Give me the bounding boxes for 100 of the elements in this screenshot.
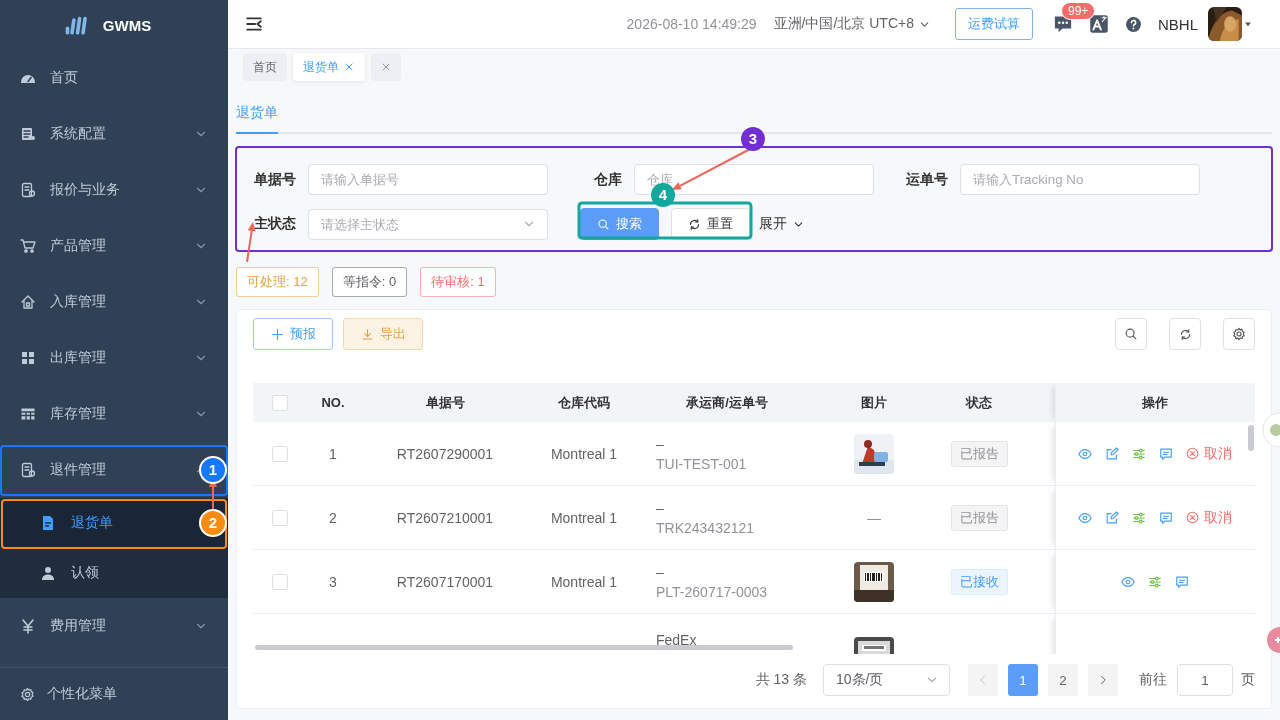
document-icon xyxy=(20,182,36,198)
checkbox[interactable] xyxy=(272,574,288,591)
app-name: GWMS xyxy=(102,16,152,34)
number-badge: 3 xyxy=(741,127,765,151)
scrollbar[interactable] xyxy=(255,645,793,650)
table-cell: 1 xyxy=(329,445,337,462)
menu-item[interactable]: 报价与业务 xyxy=(20,170,170,210)
table-cell: 3 xyxy=(329,573,337,590)
comment-icon[interactable] xyxy=(1175,574,1190,589)
status-tag: 已接收 xyxy=(950,568,1008,595)
floating-widget-icon[interactable] xyxy=(1267,627,1280,653)
table-cell: Montreal 1 xyxy=(550,573,618,590)
grid-icon xyxy=(20,350,36,366)
close-icon[interactable] xyxy=(343,61,355,73)
search-icon xyxy=(1124,327,1138,341)
checkbox[interactable] xyxy=(272,394,288,411)
column-header: 单据号 xyxy=(425,394,465,410)
x-circle-icon xyxy=(1186,447,1200,460)
field-label: 仓库 xyxy=(593,170,622,189)
comment-icon[interactable] xyxy=(1159,446,1174,461)
menu-item[interactable]: 费用管理 xyxy=(20,606,170,646)
sliders-icon[interactable] xyxy=(1132,510,1147,525)
menu-item[interactable]: 库存管理 xyxy=(20,394,170,434)
page-unit: 页 xyxy=(1241,671,1255,689)
expand-toggle[interactable]: 展开 xyxy=(759,215,805,233)
document-icon xyxy=(20,462,36,478)
refresh-icon xyxy=(1178,327,1192,341)
search-icon xyxy=(597,217,610,231)
column-header: 承运商/运单号 xyxy=(686,394,768,410)
home-icon xyxy=(20,294,36,310)
tracking-number: TRK243432121 xyxy=(656,518,756,538)
carrier-text: – xyxy=(656,498,665,518)
page-button[interactable]: 2 xyxy=(1048,664,1078,696)
sliders-icon[interactable] xyxy=(1132,446,1147,461)
yen-icon xyxy=(20,618,36,634)
sliders-icon[interactable] xyxy=(1148,574,1163,589)
field-label: 单据号 xyxy=(253,170,296,189)
tracking-number: TUI-TEST-001 xyxy=(656,454,748,474)
settings-icon xyxy=(1232,327,1246,341)
checkbox[interactable] xyxy=(272,446,288,463)
carrier-text: – xyxy=(656,434,665,454)
column-header: NO. xyxy=(321,395,345,410)
empty-value: — xyxy=(867,509,881,526)
eye-icon[interactable] xyxy=(1121,574,1136,589)
page-input[interactable]: 1 xyxy=(1177,664,1233,696)
menu-item[interactable]: 入库管理 xyxy=(20,282,170,322)
submenu-item[interactable]: 认领 xyxy=(0,548,228,598)
arrow xyxy=(246,222,256,263)
status-tag: 已报告 xyxy=(950,504,1008,531)
settings-button[interactable] xyxy=(1223,318,1255,350)
reset-button[interactable]: 重置 xyxy=(671,208,750,240)
eye-icon[interactable] xyxy=(1078,510,1093,525)
select-field[interactable]: 请选择主状态 xyxy=(308,208,548,240)
cart-icon xyxy=(20,238,36,254)
help-icon[interactable] xyxy=(1125,15,1142,33)
status-filter-tag[interactable]: 等指令: 0 xyxy=(331,267,408,297)
order-number: RT2607210001 xyxy=(396,509,494,526)
comment-icon[interactable] xyxy=(1159,510,1174,525)
menu-item[interactable]: 出库管理 xyxy=(20,338,170,378)
translate-icon[interactable] xyxy=(1089,14,1109,34)
status-tag: 已报告 xyxy=(950,440,1008,467)
table-cell: Montreal 1 xyxy=(550,509,618,526)
download-icon xyxy=(360,327,374,341)
menu-item[interactable]: 系统配置 xyxy=(20,114,170,154)
refresh-button[interactable] xyxy=(1169,318,1201,350)
column-header: 图片 xyxy=(861,394,887,410)
search-button[interactable] xyxy=(1115,318,1147,350)
carrier-text: – xyxy=(656,562,665,582)
settings-icon xyxy=(20,686,35,702)
order-number: RT2607170001 xyxy=(396,573,494,590)
timezone-selector[interactable]: 亚洲/中国/北京 UTC+8 xyxy=(773,15,931,33)
total-count: 共 13 条 xyxy=(755,671,807,689)
page-tag[interactable]: 首页 xyxy=(243,53,287,81)
order-number: RT2607290001 xyxy=(396,445,494,462)
user-name[interactable]: NBHL xyxy=(1158,15,1198,33)
edit-icon[interactable] xyxy=(1105,510,1120,525)
menu-item[interactable]: 产品管理 xyxy=(20,226,170,266)
close-icon xyxy=(380,61,392,73)
checkbox[interactable] xyxy=(272,510,288,527)
carrier-text: FedEx xyxy=(656,631,698,650)
field-label: 运单号 xyxy=(905,170,948,189)
menu-item[interactable]: 首页 xyxy=(20,58,170,98)
eye-icon[interactable] xyxy=(1078,446,1093,461)
page-size-select[interactable]: 10条/页 xyxy=(823,664,950,696)
refresh-icon xyxy=(688,217,701,231)
menu-icon[interactable] xyxy=(245,15,263,33)
scrollbar[interactable] xyxy=(1248,425,1254,451)
input-field[interactable]: 请输入单据号 xyxy=(308,164,548,195)
chat-icon[interactable] xyxy=(1053,14,1073,34)
edit-icon[interactable] xyxy=(1105,446,1120,461)
input-field[interactable]: 请输入Tracking No xyxy=(960,164,1200,195)
floating-widget-icon[interactable] xyxy=(1262,412,1280,448)
user-icon xyxy=(40,565,56,581)
column-header: 操作 xyxy=(1142,394,1169,410)
column-header: 状态 xyxy=(966,394,992,410)
menu-item[interactable]: 退件管理 xyxy=(20,450,170,490)
document-icon xyxy=(40,515,56,531)
x-circle-icon xyxy=(1186,511,1200,524)
notification-badge: 99+ xyxy=(1061,2,1096,20)
tracking-number: PLT-260717-0003 xyxy=(656,582,769,602)
